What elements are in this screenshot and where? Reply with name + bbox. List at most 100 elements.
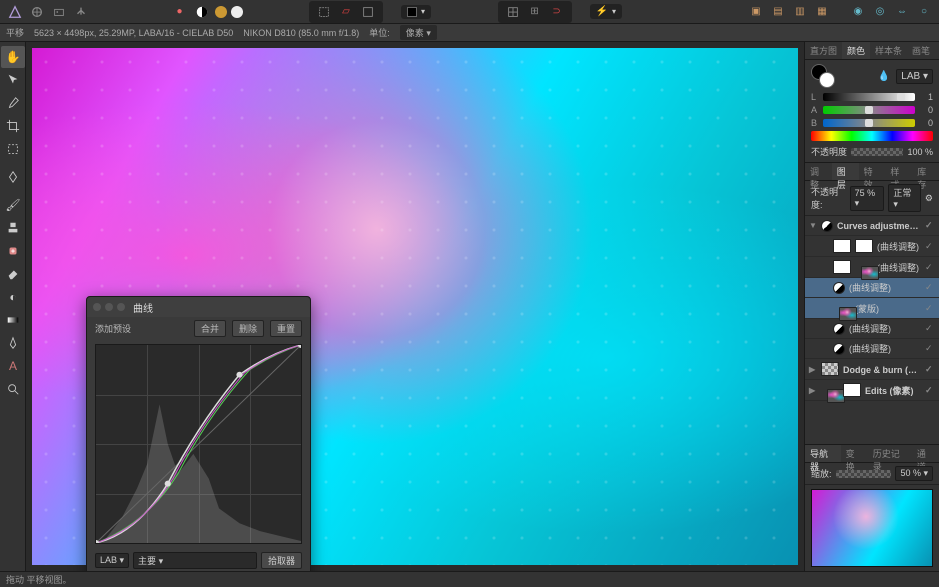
arrange-forward-icon[interactable]: ▥ bbox=[791, 3, 809, 21]
magnet-icon[interactable]: ⊃ bbox=[548, 3, 566, 21]
tab-channels[interactable]: 通道 bbox=[912, 445, 939, 462]
curves-titlebar[interactable]: 曲线 bbox=[87, 297, 310, 317]
color-mode-select[interactable]: LAB ▾ bbox=[896, 69, 933, 84]
channel-select[interactable]: 主要 ▾ bbox=[133, 552, 257, 569]
layer-visible-check[interactable]: ✓ bbox=[925, 343, 935, 354]
brush-tool[interactable]: 🖌 bbox=[1, 194, 25, 216]
layer-visible-check[interactable]: ✓ bbox=[925, 323, 935, 334]
curve-editor[interactable] bbox=[95, 344, 302, 544]
layer-row[interactable]: ▶ Dodge & burn (分组) ✓ bbox=[805, 359, 939, 380]
selection-tool[interactable] bbox=[1, 138, 25, 160]
tab-styles[interactable]: 样式 bbox=[885, 163, 912, 180]
quick-mask-icon[interactable] bbox=[359, 3, 377, 21]
tab-layers[interactable]: 图层 bbox=[832, 163, 859, 180]
hue-strip[interactable] bbox=[811, 131, 933, 141]
channels-rgb-icon[interactable]: ● bbox=[171, 3, 189, 21]
layer-row[interactable]: (曲线调整) ✓ bbox=[805, 278, 939, 298]
zoom-value[interactable]: 50 % ▾ bbox=[895, 466, 933, 481]
flip-h-icon[interactable]: ⇔ bbox=[893, 3, 911, 21]
merge-button[interactable]: 合并 bbox=[194, 320, 226, 337]
close-dot[interactable] bbox=[93, 303, 101, 311]
layer-row[interactable]: (曲线调整) ✓ bbox=[805, 339, 939, 359]
max-dot[interactable] bbox=[117, 303, 125, 311]
arrange-backward-icon[interactable]: ▤ bbox=[769, 3, 787, 21]
colorspace-select[interactable]: LAB ▾ bbox=[95, 553, 129, 568]
color-picker-tool[interactable] bbox=[1, 92, 25, 114]
tab-fx[interactable]: 特效 bbox=[859, 163, 886, 180]
layer-blend-select[interactable]: 正常 ▾ bbox=[888, 184, 921, 212]
flip-v-icon[interactable]: ○ bbox=[915, 3, 933, 21]
layer-row[interactable]: (曲线调整) ✓ bbox=[805, 319, 939, 339]
tab-swatches[interactable]: 样本条 bbox=[870, 42, 907, 59]
color-swatch[interactable] bbox=[811, 64, 835, 88]
reset-button[interactable]: 重置 bbox=[270, 320, 302, 337]
layer-visible-check[interactable]: ✓ bbox=[925, 262, 935, 273]
zoom-slider[interactable] bbox=[836, 470, 892, 478]
white-circle-icon[interactable] bbox=[231, 6, 243, 18]
stock-icon[interactable] bbox=[50, 3, 68, 21]
layer-name: Dodge & burn (分组) bbox=[843, 363, 921, 376]
assistant-dropdown[interactable]: ⚡▾ bbox=[590, 4, 622, 19]
layer-row[interactable]: (曲线调整) ✓ bbox=[805, 257, 939, 278]
layer-row[interactable]: ▼ Curves adjustments (分组 ✓ bbox=[805, 216, 939, 236]
gradient-tool[interactable] bbox=[1, 309, 25, 331]
delete-button[interactable]: 删除 bbox=[232, 320, 264, 337]
grid-icon[interactable] bbox=[504, 3, 522, 21]
contrast-icon[interactable] bbox=[193, 3, 211, 21]
layer-list: ▼ Curves adjustments (分组 ✓ (曲线调整) ✓ (曲线调… bbox=[805, 216, 939, 444]
layer-opacity-value[interactable]: 75 % ▾ bbox=[850, 186, 885, 211]
arrange-front-icon[interactable]: ▦ bbox=[813, 3, 831, 21]
layer-row[interactable]: ▶ Edits (像素) ✓ bbox=[805, 380, 939, 401]
layer-visible-check[interactable]: ✓ bbox=[925, 241, 935, 252]
layer-row[interactable]: (蒙版) ✓ bbox=[805, 298, 939, 319]
min-dot[interactable] bbox=[105, 303, 113, 311]
marquee-icon[interactable] bbox=[315, 3, 333, 21]
navigator-preview[interactable] bbox=[811, 489, 933, 567]
arrange-back-icon[interactable]: ▣ bbox=[747, 3, 765, 21]
persona-icon[interactable] bbox=[28, 3, 46, 21]
stamp-tool[interactable] bbox=[1, 217, 25, 239]
flood-select-tool[interactable] bbox=[1, 166, 25, 188]
canvas-area[interactable]: 曲线 添加预设 合并 删除 重置 bbox=[26, 42, 804, 571]
tab-navigator[interactable]: 导航器 bbox=[805, 445, 841, 462]
dodge-tool[interactable]: ◐ bbox=[1, 286, 25, 308]
mask-dropdown[interactable]: ▾ bbox=[401, 5, 431, 19]
preset-label[interactable]: 添加预设 bbox=[95, 322, 188, 335]
hand-tool[interactable]: ✋ bbox=[1, 46, 25, 68]
tab-stock[interactable]: 库存 bbox=[912, 163, 939, 180]
tab-adjust[interactable]: 调整 bbox=[805, 163, 832, 180]
color-slider-A[interactable]: A 0 bbox=[811, 105, 933, 115]
align-icon[interactable]: ◉ bbox=[849, 3, 867, 21]
share-icon[interactable] bbox=[72, 3, 90, 21]
layer-visible-check[interactable]: ✓ bbox=[925, 303, 935, 314]
eraser-tool[interactable] bbox=[1, 263, 25, 285]
tab-color[interactable]: 颜色 bbox=[842, 42, 870, 59]
refine-icon[interactable]: ▱ bbox=[337, 3, 355, 21]
pen-tool[interactable] bbox=[1, 332, 25, 354]
color-opacity-slider[interactable] bbox=[851, 148, 903, 156]
layer-row[interactable]: (曲线调整) ✓ bbox=[805, 236, 939, 257]
tab-history[interactable]: 历史记录 bbox=[868, 445, 912, 462]
color-slider-B[interactable]: B 0 bbox=[811, 118, 933, 128]
move-tool[interactable] bbox=[1, 69, 25, 91]
tab-histogram[interactable]: 直方图 bbox=[805, 42, 842, 59]
app-icon[interactable] bbox=[6, 3, 24, 21]
layer-visible-check[interactable]: ✓ bbox=[925, 385, 935, 396]
layer-visible-check[interactable]: ✓ bbox=[925, 282, 935, 293]
eyedropper-icon[interactable]: 💧 bbox=[878, 71, 890, 82]
layer-gear-icon[interactable]: ⚙ bbox=[925, 193, 933, 204]
crop-tool[interactable] bbox=[1, 115, 25, 137]
color-slider-L[interactable]: L 1 bbox=[811, 92, 933, 102]
text-tool[interactable]: A bbox=[1, 355, 25, 377]
snap-icon[interactable]: ⊞ bbox=[526, 3, 544, 21]
distribute-icon[interactable]: ◎ bbox=[871, 3, 889, 21]
tab-transform[interactable]: 变换 bbox=[841, 445, 868, 462]
layer-visible-check[interactable]: ✓ bbox=[925, 364, 935, 375]
tab-brushes[interactable]: 画笔 bbox=[907, 42, 935, 59]
heal-tool[interactable] bbox=[1, 240, 25, 262]
picker-button[interactable]: 拾取器 bbox=[261, 552, 302, 569]
layer-visible-check[interactable]: ✓ bbox=[925, 220, 935, 231]
levels-icon[interactable] bbox=[215, 6, 227, 18]
zoom-tool[interactable] bbox=[1, 378, 25, 400]
unit-dropdown[interactable]: 像素 ▾ bbox=[400, 25, 437, 40]
